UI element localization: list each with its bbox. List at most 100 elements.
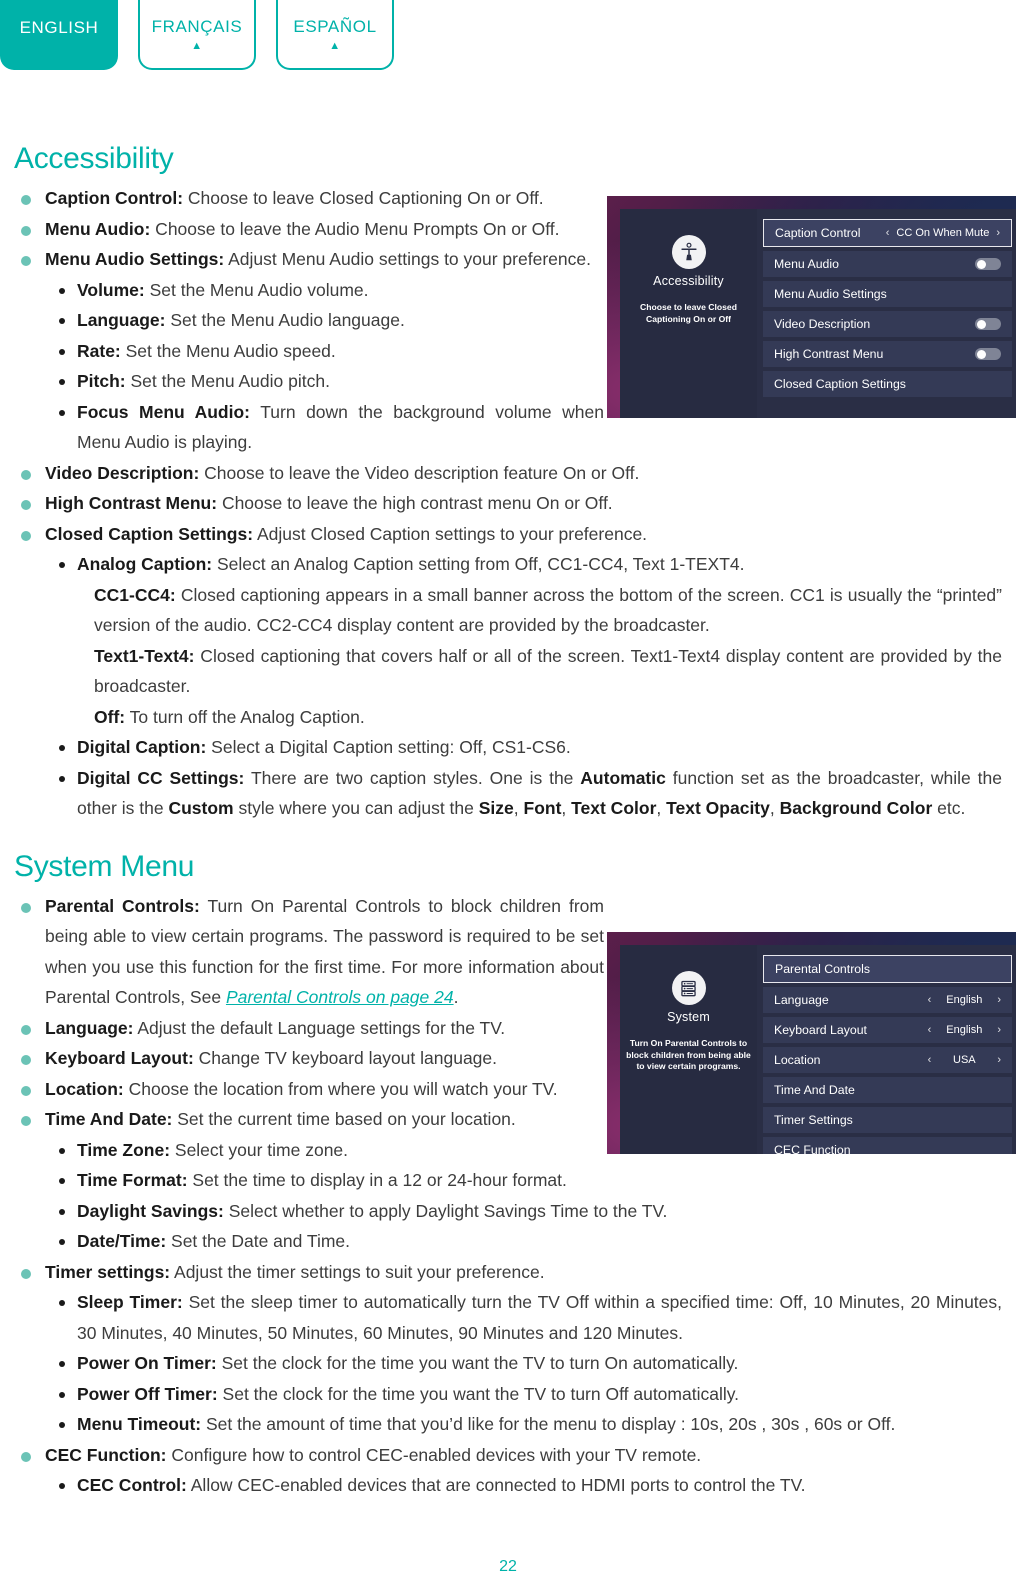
term: Keyboard Layout:	[45, 1048, 194, 1068]
accessibility-heading: Accessibility	[14, 142, 174, 175]
list-item-closed-caption-settings: Closed Caption Settings: Adjust Closed C…	[14, 519, 1002, 550]
term: Power Off Timer:	[77, 1383, 218, 1404]
list-item-timer-settings: Timer settings: Adjust the timer setting…	[14, 1257, 1002, 1288]
definition: Closed captioning appears in a small ban…	[94, 584, 1002, 636]
definition: .	[453, 987, 459, 1007]
term: Volume:	[77, 279, 145, 300]
term: Timer settings:	[45, 1261, 171, 1282]
emphasis-size: Size	[478, 798, 514, 818]
emphasis-text-opacity: Text Opacity	[666, 798, 770, 818]
definition: Closed captioning that covers half or al…	[94, 645, 1002, 697]
definition: Choose to leave the high contrast menu O…	[217, 493, 613, 513]
list-item-digital-cc-settings: Digital CC Settings: There are two capti…	[14, 763, 1002, 824]
definition: Set the clock for the time you want the …	[216, 1353, 739, 1373]
list-item-menu-audio-settings: Menu Audio Settings: Adjust Menu Audio s…	[14, 244, 604, 275]
language-tab-english[interactable]: ENGLISH ▲	[0, 0, 118, 70]
term: Caption Control:	[45, 188, 184, 208]
list-item-high-contrast-menu: High Contrast Menu: Choose to leave the …	[14, 488, 1002, 519]
list-item-date-time: Date/Time: Set the Date and Time.	[14, 1226, 1002, 1257]
term: Focus Menu Audio:	[77, 401, 251, 422]
list-item-menu-timeout: Menu Timeout: Set the amount of time tha…	[14, 1409, 1002, 1440]
term: CEC Function:	[45, 1444, 167, 1465]
list-item-daylight-savings: Daylight Savings: Select whether to appl…	[14, 1196, 1002, 1227]
separator: ,	[769, 798, 780, 818]
definition: Adjust the timer settings to suit your p…	[170, 1261, 545, 1282]
term: Daylight Savings:	[77, 1200, 224, 1221]
list-item-off: Off: To turn off the Analog Caption.	[14, 702, 1002, 733]
list-item-power-off-timer: Power Off Timer: Set the clock for the t…	[14, 1379, 1002, 1410]
definition: Set the amount of time that you’d like f…	[201, 1414, 896, 1434]
term: Digital CC Settings:	[77, 767, 245, 788]
language-tab-francais[interactable]: FRANÇAIS ▲	[138, 0, 256, 70]
language-tab-label: ESPAÑOL	[293, 17, 377, 36]
term: Off:	[94, 706, 126, 727]
term: CEC Control:	[77, 1475, 187, 1495]
term: Time And Date:	[45, 1109, 173, 1129]
term: Closed Caption Settings:	[45, 523, 254, 544]
term: Rate:	[77, 340, 121, 361]
triangle-up-icon: ▲	[329, 40, 341, 52]
language-tab-espanol[interactable]: ESPAÑOL ▲	[276, 0, 394, 70]
term: Pitch:	[77, 371, 126, 391]
list-item-cc1-cc4: CC1-CC4: Closed captioning appears in a …	[14, 580, 1002, 641]
system-menu-heading: System Menu	[14, 849, 195, 883]
list-item-parental-controls: Parental Controls: Turn On Parental Cont…	[14, 891, 604, 1013]
list-item-menu-audio: Menu Audio: Choose to leave the Audio Me…	[14, 214, 604, 245]
list-item-language-system: Language: Adjust the default Language se…	[14, 1013, 604, 1044]
emphasis-font: Font	[523, 798, 562, 818]
list-item-location: Location: Choose the location from where…	[14, 1074, 604, 1105]
separator: ,	[656, 798, 667, 818]
list-item-digital-caption: Digital Caption: Select a Digital Captio…	[14, 732, 1002, 763]
term: Language:	[45, 1017, 134, 1038]
term: Sleep Timer:	[77, 1292, 183, 1312]
term: Location:	[45, 1078, 124, 1099]
definition: style where you can adjust the	[233, 798, 479, 818]
term: Time Zone:	[77, 1139, 171, 1160]
list-item-language: Language: Set the Menu Audio language.	[14, 305, 604, 336]
list-item-analog-caption: Analog Caption: Select an Analog Caption…	[14, 549, 1002, 580]
separator: ,	[513, 798, 524, 818]
definition: Select your time zone.	[170, 1139, 349, 1160]
list-item-caption-control: Caption Control: Choose to leave Closed …	[14, 183, 604, 214]
term: Menu Audio Settings:	[45, 249, 225, 269]
definition: Configure how to control CEC-enabled dev…	[166, 1444, 702, 1465]
definition: Set the Menu Audio volume.	[144, 279, 369, 300]
list-item-time-and-date: Time And Date: Set the current time base…	[14, 1104, 1002, 1135]
definition: Adjust Closed Caption settings to your p…	[253, 523, 648, 544]
term: Parental Controls:	[45, 895, 200, 916]
triangle-up-icon: ▲	[191, 40, 203, 52]
term: Video Description:	[45, 462, 200, 483]
list-item-sleep-timer: Sleep Timer: Set the sleep timer to auto…	[14, 1287, 1002, 1348]
term: High Contrast Menu:	[45, 493, 218, 513]
parental-controls-page-link[interactable]: Parental Controls on page 24	[226, 987, 454, 1007]
page-number: 22	[499, 1558, 517, 1575]
separator: ,	[561, 798, 572, 818]
definition: Adjust the default Language settings for…	[133, 1017, 506, 1038]
definition: Select an Analog Caption setting from Of…	[212, 554, 745, 574]
list-item-cec-control: CEC Control: Allow CEC-enabled devices t…	[14, 1470, 1002, 1501]
definition: Set the Date and Time.	[166, 1231, 351, 1251]
term: Power On Timer:	[77, 1353, 217, 1373]
list-item-rate: Rate: Set the Menu Audio speed.	[14, 336, 604, 367]
definition: Set the Menu Audio pitch.	[125, 371, 330, 391]
definition: Allow CEC-enabled devices that are conne…	[186, 1475, 806, 1495]
list-item-text1-text4: Text1-Text4: Closed captioning that cove…	[14, 641, 1002, 702]
definition: Set the Menu Audio speed.	[120, 340, 336, 361]
term: CC1-CC4:	[94, 584, 176, 605]
document-body: Accessibility Caption Control: Choose to…	[14, 142, 1002, 1501]
list-item-cec-function: CEC Function: Configure how to control C…	[14, 1440, 1002, 1471]
definition: There are two caption styles. One is the	[244, 767, 581, 788]
list-item-pitch: Pitch: Set the Menu Audio pitch.	[14, 366, 604, 397]
term: Menu Timeout:	[77, 1414, 202, 1434]
term: Menu Audio:	[45, 218, 151, 239]
definition: Choose to leave the Video description fe…	[199, 462, 640, 483]
term: Date/Time:	[77, 1231, 167, 1251]
definition: Choose to leave Closed Captioning On or …	[183, 188, 544, 208]
language-tab-bar: ENGLISH ▲ FRANÇAIS ▲ ESPAÑOL ▲	[0, 0, 394, 70]
list-item-volume: Volume: Set the Menu Audio volume.	[14, 275, 604, 306]
definition: Set the clock for the time you want the …	[217, 1383, 740, 1404]
language-tab-label: FRANÇAIS	[151, 17, 243, 36]
definition: To turn off the Analog Caption.	[125, 706, 365, 727]
definition: Adjust Menu Audio settings to your prefe…	[224, 249, 591, 269]
term: Analog Caption:	[77, 554, 213, 574]
